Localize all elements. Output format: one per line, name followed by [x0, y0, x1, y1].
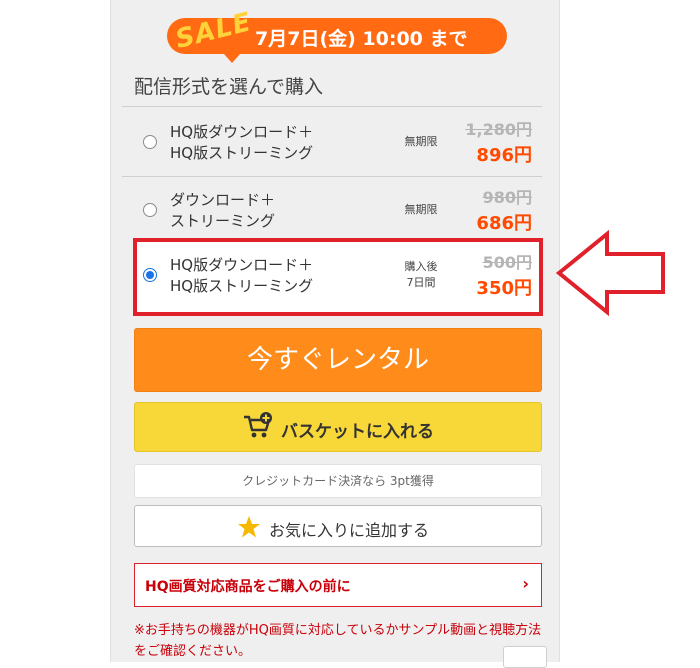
divider: [122, 106, 542, 107]
left-arrow-icon: [555, 230, 665, 316]
radio-button-selected[interactable]: [143, 268, 157, 282]
option-term: 無期限: [404, 203, 438, 216]
hq-link-label: HQ画質対応商品をご購入の前に: [145, 579, 351, 595]
original-price: 500円: [482, 253, 532, 272]
section-title: 配信形式を選んで購入: [134, 76, 324, 98]
sale-price: 686円: [476, 213, 532, 234]
option-term: 無期限: [404, 135, 438, 148]
sale-price: 350円: [476, 278, 532, 299]
points-note: クレジットカード決済なら 3pt獲得: [134, 464, 542, 498]
scroll-top-button[interactable]: [503, 646, 547, 668]
rent-now-button[interactable]: 今すぐレンタル: [134, 328, 542, 392]
sale-price: 896円: [476, 145, 532, 166]
option-hq-download-streaming[interactable]: HQ版ダウンロード＋ HQ版ストリーミング 無期限 1,280円 896円: [132, 112, 542, 176]
option-label: HQ版ダウンロード＋ HQ版ストリーミング: [170, 123, 314, 162]
divider: [122, 176, 542, 177]
add-to-favorites-label: お気に入りに追加する: [269, 521, 430, 540]
add-to-basket-label: バスケットに入れる: [281, 422, 434, 442]
chevron-right-icon: ›: [522, 574, 529, 593]
option-label: ダウンロード＋ ストリーミング: [170, 191, 276, 230]
hq-quality-info-link[interactable]: HQ画質対応商品をご購入の前に ›: [134, 563, 542, 607]
option-term: 購入後 7日間: [404, 260, 438, 289]
cart-plus-icon: [244, 412, 272, 438]
radio-button[interactable]: [143, 203, 157, 217]
original-price: 980円: [482, 188, 532, 207]
radio-button[interactable]: [143, 135, 157, 149]
original-price: 1,280円: [465, 120, 532, 139]
sale-deadline: 7月7日(金) 10:00 まで: [255, 28, 468, 50]
star-icon: [238, 516, 260, 538]
add-to-favorites-button[interactable]: お気に入りに追加する: [134, 505, 542, 547]
option-download-streaming[interactable]: ダウンロード＋ ストリーミング 無期限 980円 686円: [132, 180, 542, 244]
option-label: HQ版ダウンロード＋ HQ版ストリーミング: [170, 256, 314, 295]
add-to-basket-button[interactable]: バスケットに入れる: [134, 402, 542, 452]
sale-banner-pointer: [224, 54, 240, 63]
option-hq-rental-7days[interactable]: HQ版ダウンロード＋ HQ版ストリーミング 購入後 7日間 500円 350円: [132, 245, 542, 309]
sale-banner: SALE 7月7日(金) 10:00 まで: [167, 7, 507, 63]
hq-notice: ※お手持ちの機器がHQ画質に対応しているかサンプル動画と視聴方法をご確認ください…: [134, 623, 542, 659]
